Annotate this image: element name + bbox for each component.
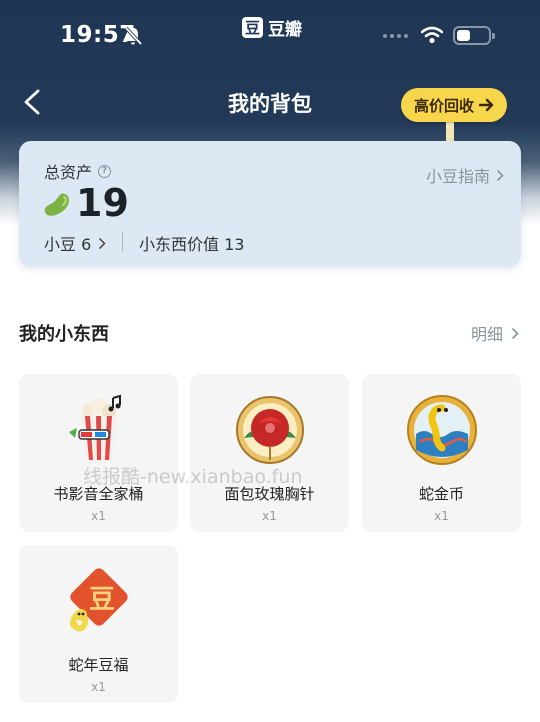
status-bar: 19:57 豆 豆瓣 xyxy=(0,0,540,70)
divider xyxy=(122,232,123,251)
section-title: 我的小东西 xyxy=(19,324,109,345)
douban-logo-icon: 豆 xyxy=(242,17,263,38)
snake-coin-icon xyxy=(407,395,477,465)
popcorn-bucket-icon xyxy=(69,394,121,460)
high-price-recycle-button[interactable]: 高价回收 xyxy=(401,88,508,122)
battery-icon xyxy=(453,26,495,45)
items-value-label: 小东西价值 13 xyxy=(139,235,245,254)
app-logo: 豆 豆瓣 xyxy=(242,15,302,40)
total-assets-value: 19 xyxy=(76,181,129,225)
beans-count-link[interactable]: 小豆 6 xyxy=(44,231,106,255)
rose-brooch-icon xyxy=(236,396,304,464)
recycle-button-label: 高价回收 xyxy=(414,96,475,115)
help-icon[interactable]: ? xyxy=(98,164,112,178)
chevron-right-icon xyxy=(99,237,106,249)
arrow-right-icon xyxy=(479,98,494,112)
item-quantity: x1 xyxy=(434,509,449,523)
beans-guide-label: 小豆指南 xyxy=(425,167,490,186)
detail-link-label: 明细 xyxy=(470,325,503,344)
item-quantity: x1 xyxy=(262,509,277,523)
cellular-signal-icon xyxy=(383,34,408,38)
bell-muted-icon xyxy=(124,26,143,46)
detail-link[interactable]: 明细 xyxy=(471,321,519,345)
item-card[interactable]: 面包玫瑰胸针 x1 xyxy=(190,374,349,532)
item-card[interactable]: 书影音全家桶 x1 xyxy=(19,374,178,532)
total-assets-card: 总资产 ? 小豆指南 19 小豆 6 小东西价值 13 xyxy=(19,141,521,267)
item-name: 书影音全家桶 xyxy=(53,485,144,503)
item-card[interactable]: 豆 蛇年豆福 x1 xyxy=(19,545,178,703)
item-quantity: x1 xyxy=(91,509,106,523)
total-assets-label: 总资产 xyxy=(44,163,93,182)
item-name: 面包玫瑰胸针 xyxy=(224,485,315,503)
item-name: 蛇金币 xyxy=(418,485,464,503)
app-name: 豆瓣 xyxy=(268,20,302,40)
wifi-icon xyxy=(421,26,443,44)
chevron-right-icon xyxy=(511,327,519,339)
item-quantity: x1 xyxy=(91,680,106,694)
beans-guide-link[interactable]: 小豆指南 xyxy=(426,163,504,187)
beans-count-label: 小豆 6 xyxy=(44,235,92,254)
item-name: 蛇年豆福 xyxy=(68,656,129,674)
chevron-right-icon xyxy=(496,169,504,181)
item-card[interactable]: 蛇金币 x1 xyxy=(362,374,521,532)
green-bean-icon xyxy=(44,193,69,216)
snake-fu-icon: 豆 xyxy=(70,568,128,632)
badge-char: 豆 xyxy=(89,585,115,615)
total-assets-label-row: 总资产 ? xyxy=(44,159,112,183)
